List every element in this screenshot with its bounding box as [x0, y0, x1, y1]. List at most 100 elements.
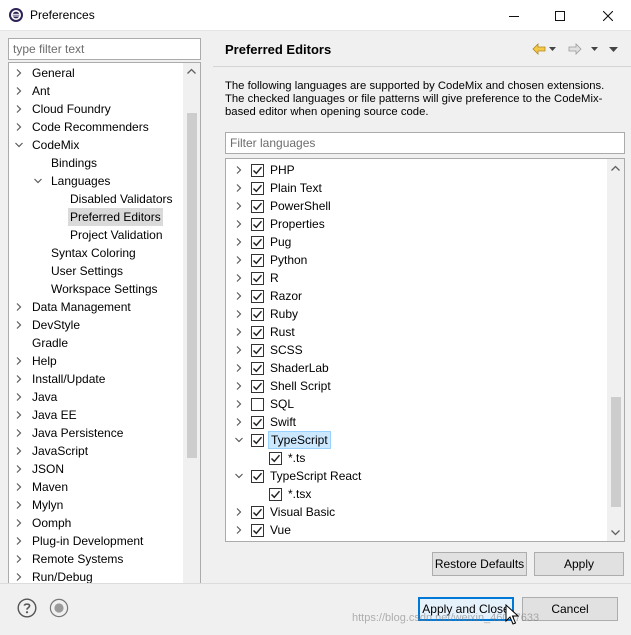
tree-toggle[interactable]	[234, 197, 244, 215]
preferences-tree[interactable]: General Ant Cloud Foundry Code Recommenders…	[8, 62, 201, 612]
language-item[interactable]: TypeScript	[226, 431, 608, 449]
tree-toggle[interactable]	[234, 179, 244, 197]
tree-toggle[interactable]	[234, 467, 244, 485]
minimize-button[interactable]	[491, 0, 537, 31]
tree-toggle[interactable]	[14, 136, 24, 154]
language-checkbox[interactable]	[251, 290, 264, 303]
language-checkbox[interactable]	[251, 164, 264, 177]
tree-toggle[interactable]	[14, 532, 24, 550]
tree-toggle[interactable]	[33, 172, 43, 190]
tree-toggle[interactable]	[234, 377, 244, 395]
language-item[interactable]: Python	[226, 251, 608, 269]
language-checkbox[interactable]	[251, 182, 264, 195]
tree-toggle[interactable]	[14, 460, 24, 478]
tree-toggle[interactable]	[14, 316, 24, 334]
tree-toggle[interactable]	[234, 539, 244, 541]
tree-toggle[interactable]	[14, 496, 24, 514]
tree-toggle[interactable]	[14, 118, 24, 136]
tree-toggle[interactable]	[14, 442, 24, 460]
scroll-up-button[interactable]	[607, 159, 624, 176]
tree-toggle[interactable]	[234, 395, 244, 413]
tree-toggle[interactable]	[14, 550, 24, 568]
language-item[interactable]: Swift	[226, 413, 608, 431]
language-checkbox[interactable]	[269, 488, 282, 501]
language-checkbox[interactable]	[251, 308, 264, 321]
language-checkbox[interactable]	[269, 452, 282, 465]
tree-toggle[interactable]	[14, 478, 24, 496]
tree-toggle[interactable]	[234, 161, 244, 179]
tree-toggle[interactable]	[14, 82, 24, 100]
language-checkbox[interactable]	[251, 218, 264, 231]
language-checkbox[interactable]	[251, 236, 264, 249]
tree-toggle[interactable]	[14, 424, 24, 442]
import-export-button[interactable]	[48, 597, 70, 619]
language-item[interactable]: R	[226, 269, 608, 287]
tree-toggle[interactable]	[14, 64, 24, 82]
language-checkbox[interactable]	[251, 434, 264, 447]
tree-toggle[interactable]	[234, 215, 244, 233]
language-checkbox[interactable]	[251, 254, 264, 267]
back-history-menu[interactable]	[548, 41, 556, 57]
tree-filter-input[interactable]	[8, 38, 201, 60]
tree-scrollbar[interactable]	[183, 63, 200, 611]
tree-toggle[interactable]	[234, 413, 244, 431]
tree-toggle[interactable]	[14, 388, 24, 406]
tree-scroll-thumb[interactable]	[187, 113, 197, 458]
tree-toggle[interactable]	[14, 406, 24, 424]
language-checkbox[interactable]	[251, 200, 264, 213]
tree-toggle[interactable]	[234, 233, 244, 251]
back-button[interactable]	[531, 41, 547, 57]
forward-history-menu[interactable]	[590, 41, 598, 57]
language-item[interactable]: Visual Basic	[226, 503, 608, 521]
language-checkbox[interactable]	[251, 326, 264, 339]
language-item[interactable]: Vue	[226, 521, 608, 539]
language-checkbox[interactable]	[251, 362, 264, 375]
language-item[interactable]: PHP	[226, 161, 608, 179]
language-tree-scrollbar[interactable]	[607, 159, 624, 541]
maximize-button[interactable]	[537, 0, 583, 31]
language-item[interactable]: PowerShell	[226, 197, 608, 215]
language-item[interactable]: Razor	[226, 287, 608, 305]
tree-toggle[interactable]	[234, 359, 244, 377]
language-scroll-thumb[interactable]	[611, 397, 621, 507]
language-checkbox[interactable]	[251, 470, 264, 483]
tree-toggle[interactable]	[14, 298, 24, 316]
language-item[interactable]: SCSS	[226, 341, 608, 359]
apply-button[interactable]: Apply	[534, 552, 624, 576]
forward-button[interactable]	[567, 41, 583, 57]
tree-toggle[interactable]	[234, 269, 244, 287]
language-item[interactable]: XML	[226, 539, 608, 541]
language-checkbox[interactable]	[251, 524, 264, 537]
scroll-up-arrow-icon[interactable]	[187, 68, 196, 74]
scroll-down-button[interactable]	[607, 524, 624, 541]
language-checkbox[interactable]	[251, 272, 264, 285]
tree-toggle[interactable]	[14, 514, 24, 532]
view-menu-button[interactable]	[608, 41, 618, 57]
language-item[interactable]: Rust	[226, 323, 608, 341]
apply-and-close-button[interactable]: Apply and Close	[418, 597, 514, 621]
tree-toggle[interactable]	[14, 352, 24, 370]
language-filter-input[interactable]	[225, 132, 625, 154]
language-item[interactable]: SQL	[226, 395, 608, 413]
language-item[interactable]: Plain Text	[226, 179, 608, 197]
tree-toggle[interactable]	[234, 251, 244, 269]
language-item[interactable]: Ruby	[226, 305, 608, 323]
language-item[interactable]: Pug	[226, 233, 608, 251]
help-button[interactable]	[16, 597, 38, 619]
close-button[interactable]	[585, 0, 631, 31]
file-pattern-item[interactable]: *.ts	[226, 449, 608, 467]
tree-toggle[interactable]	[234, 431, 244, 449]
language-item[interactable]: Properties	[226, 215, 608, 233]
language-checkbox[interactable]	[251, 344, 264, 357]
tree-toggle[interactable]	[14, 100, 24, 118]
cancel-button[interactable]: Cancel	[522, 597, 618, 621]
restore-defaults-button[interactable]: Restore Defaults	[432, 552, 527, 576]
tree-toggle[interactable]	[234, 323, 244, 341]
language-checkbox[interactable]	[251, 506, 264, 519]
language-checkbox[interactable]	[251, 380, 264, 393]
tree-toggle[interactable]	[234, 503, 244, 521]
tree-toggle[interactable]	[14, 370, 24, 388]
language-item[interactable]: ShaderLab	[226, 359, 608, 377]
language-item[interactable]: Shell Script	[226, 377, 608, 395]
tree-toggle[interactable]	[234, 521, 244, 539]
